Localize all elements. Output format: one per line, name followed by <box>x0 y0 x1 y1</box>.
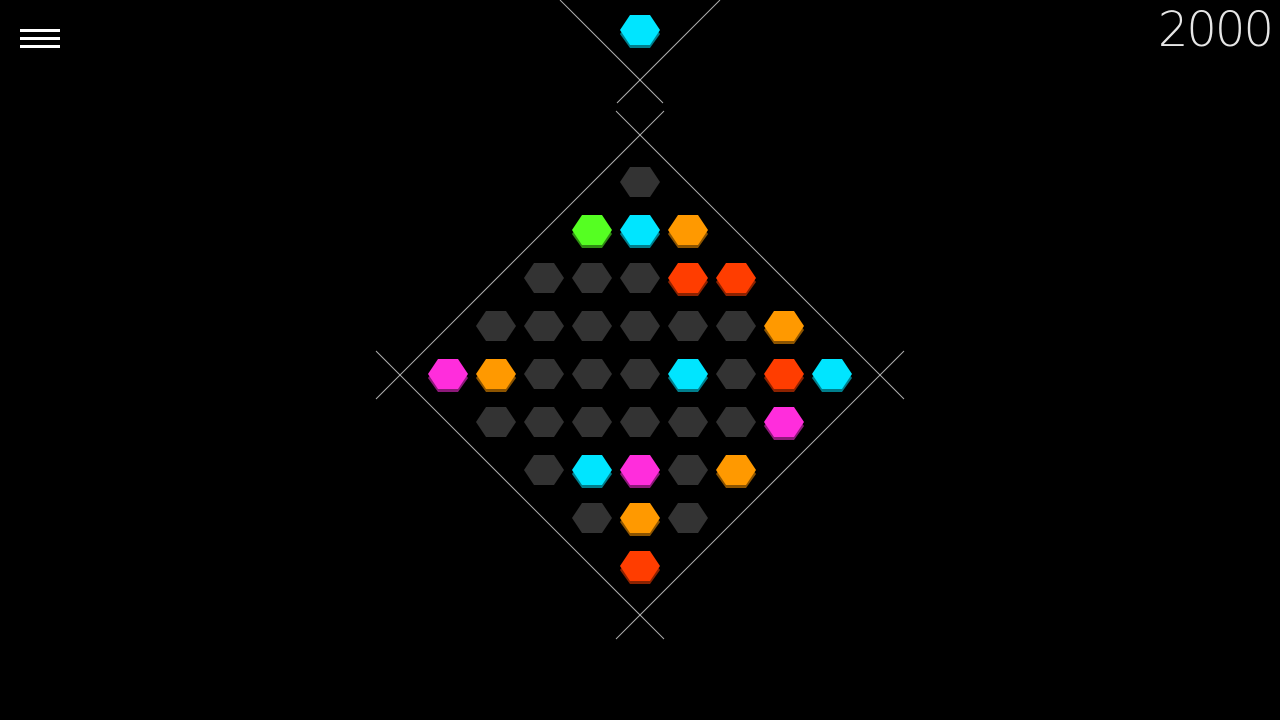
board-cell-empty[interactable] <box>476 407 516 437</box>
gem-face <box>572 311 612 341</box>
gem-face <box>524 455 564 485</box>
board-cell-empty[interactable] <box>524 407 564 437</box>
board-cell-empty[interactable] <box>524 263 564 293</box>
board-cell-empty[interactable] <box>620 311 660 341</box>
gem-face <box>524 407 564 437</box>
board-cell-empty[interactable] <box>620 407 660 437</box>
board-cell-red[interactable] <box>620 551 660 584</box>
board-cell-cyan[interactable] <box>572 455 612 488</box>
board-cell-cyan[interactable] <box>668 359 708 392</box>
board-cell-empty[interactable] <box>620 263 660 293</box>
board-cell-empty[interactable] <box>716 311 756 341</box>
gem-face <box>668 407 708 437</box>
board-cell-empty[interactable] <box>572 407 612 437</box>
board-cell-orange[interactable] <box>620 503 660 536</box>
board-cell-empty[interactable] <box>572 359 612 389</box>
board-cell-empty[interactable] <box>620 167 660 197</box>
gem-face <box>668 311 708 341</box>
board-cell-empty[interactable] <box>572 263 612 293</box>
board-cell-orange[interactable] <box>764 311 804 344</box>
board-cell-orange[interactable] <box>716 455 756 488</box>
gem-face <box>620 167 660 197</box>
board-cell-empty[interactable] <box>572 503 612 533</box>
board-cell-magenta[interactable] <box>620 455 660 488</box>
board-cells[interactable] <box>428 167 852 584</box>
gem-face <box>572 359 612 389</box>
gem-face <box>476 407 516 437</box>
gem-face <box>572 503 612 533</box>
gem-face <box>524 311 564 341</box>
board-cell-cyan[interactable] <box>620 215 660 248</box>
gem-face <box>716 311 756 341</box>
diamond-edge-top-right <box>615 110 905 400</box>
diamond-edge-bottom-right <box>615 350 905 640</box>
board-cell-orange[interactable] <box>476 359 516 392</box>
board-cell-empty[interactable] <box>476 311 516 341</box>
diamond-edge-bottom-left <box>375 350 665 640</box>
gem-face <box>716 407 756 437</box>
gem-face <box>620 311 660 341</box>
game-stage: 2000 <box>0 0 1280 720</box>
next-piece-area <box>620 15 660 48</box>
next-piece-cyan[interactable] <box>620 15 660 48</box>
diamond-edge-top-left <box>375 110 665 400</box>
board-cell-empty[interactable] <box>668 503 708 533</box>
board-cell-empty[interactable] <box>716 407 756 437</box>
gem-face <box>620 263 660 293</box>
gem-face <box>524 263 564 293</box>
board-cell-empty[interactable] <box>524 311 564 341</box>
board-cell-empty[interactable] <box>668 407 708 437</box>
board-cell-empty[interactable] <box>668 311 708 341</box>
gem-face <box>716 359 756 389</box>
gem-face <box>620 407 660 437</box>
game-board[interactable] <box>0 0 1280 720</box>
gem-face <box>476 311 516 341</box>
board-cell-cyan[interactable] <box>812 359 852 392</box>
gem-face <box>572 407 612 437</box>
gem-face <box>668 455 708 485</box>
board-cell-empty[interactable] <box>524 455 564 485</box>
board-cell-magenta[interactable] <box>428 359 468 392</box>
board-cell-red[interactable] <box>716 263 756 296</box>
gem-face <box>572 263 612 293</box>
gem-face <box>668 503 708 533</box>
board-cell-empty[interactable] <box>668 455 708 485</box>
board-cell-green[interactable] <box>572 215 612 248</box>
board-cell-red[interactable] <box>668 263 708 296</box>
board-cell-empty[interactable] <box>572 311 612 341</box>
board-cell-empty[interactable] <box>524 359 564 389</box>
gem-face <box>620 359 660 389</box>
board-cell-empty[interactable] <box>716 359 756 389</box>
board-cell-red[interactable] <box>764 359 804 392</box>
gem-face <box>524 359 564 389</box>
board-cell-orange[interactable] <box>668 215 708 248</box>
board-cell-magenta[interactable] <box>764 407 804 440</box>
board-cell-empty[interactable] <box>620 359 660 389</box>
